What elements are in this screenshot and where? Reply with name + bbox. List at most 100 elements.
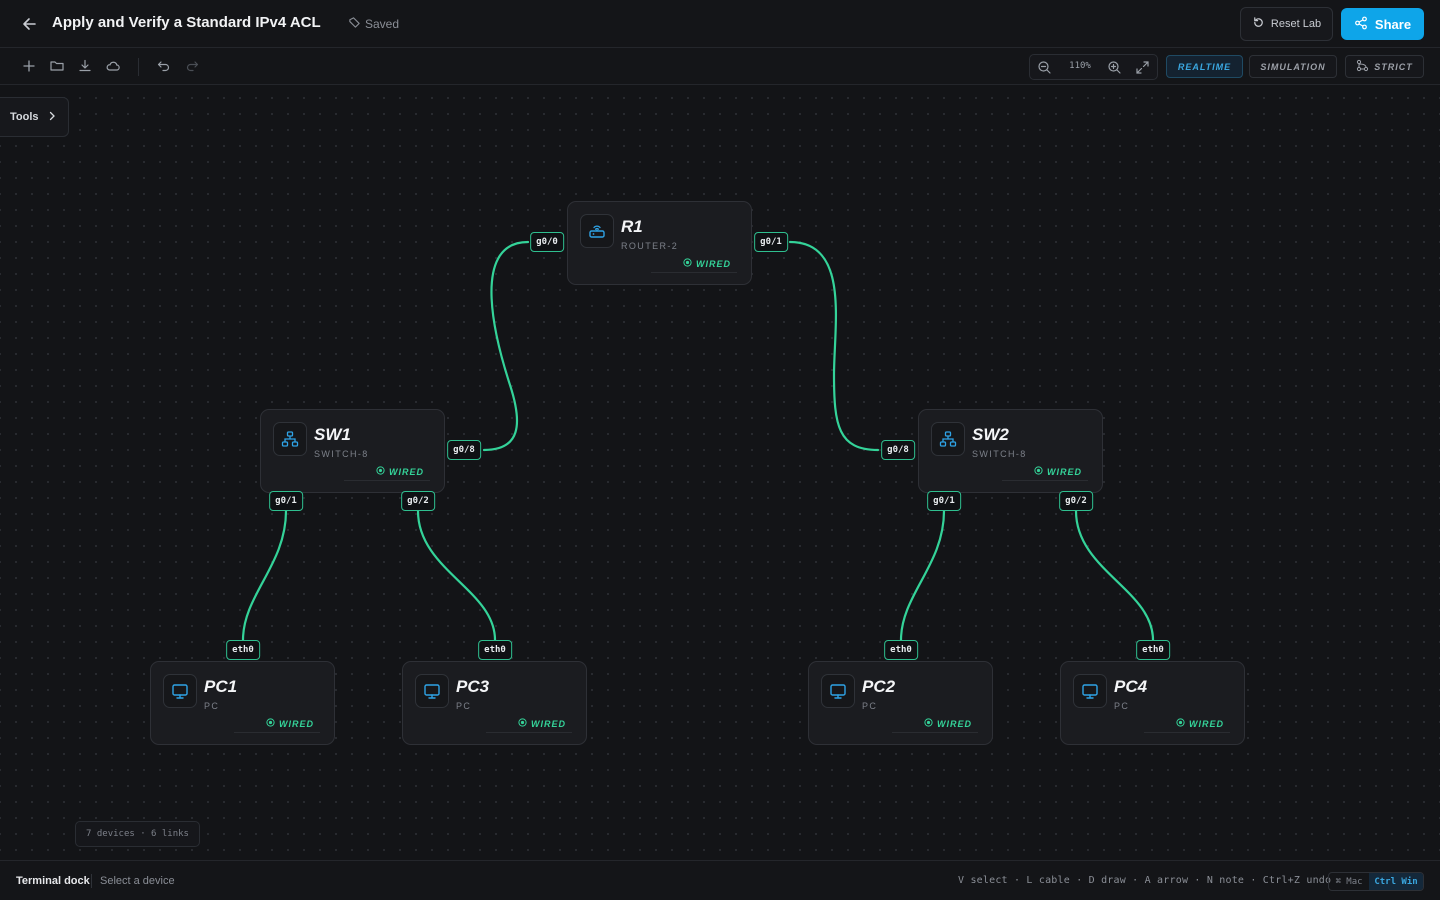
port-sw2-g0-8[interactable]: g0/8 [881,440,915,460]
status-badge: WIRED [924,718,972,729]
device-name: PC4 [1114,677,1148,696]
port-r1-g0-1[interactable]: g0/1 [754,232,788,252]
cloud-tag-icon [348,16,361,32]
device-type: PC [1114,701,1130,711]
status-label: WIRED [937,718,972,729]
status-divider [486,732,572,733]
status-badge: WIRED [518,718,566,729]
page-title: Apply and Verify a Standard IPv4 ACL [52,14,321,31]
device-name: PC2 [862,677,896,696]
port-r1-g0-0[interactable]: g0/0 [530,232,564,252]
os-shortcut-toggle: ⌘ Mac Ctrl Win [1328,872,1424,891]
back-arrow-icon[interactable] [20,14,40,34]
status-dot-icon [518,718,527,729]
port-sw2-g0-2[interactable]: g0/2 [1059,491,1093,511]
status-badge: WIRED [1176,718,1224,729]
router-icon [580,214,614,248]
status-label: WIRED [1189,718,1224,729]
redo-icon[interactable] [184,58,200,74]
device-pc4[interactable]: PC4 PC WIRED [1060,661,1245,745]
port-sw1-g0-8[interactable]: g0/8 [447,440,481,460]
zoom-level: 110% [1069,61,1091,71]
status-divider [651,272,737,273]
terminal-dock-hint: Select a device [100,875,175,887]
toolbar-divider [138,58,139,76]
device-type: SWITCH-8 [972,449,1027,459]
port-pc2-eth0[interactable]: eth0 [884,640,918,660]
monitor-icon [821,674,855,708]
status-divider [344,480,430,481]
device-type: SWITCH-8 [314,449,369,459]
saved-indicator: Saved [348,16,399,32]
mode-simulation-label: SIMULATION [1260,61,1326,72]
status-label: WIRED [696,258,731,269]
mode-strict-button[interactable]: STRICT [1345,55,1424,78]
topology-canvas[interactable]: Tools R1 ROUTER-2 WIRED SW1 SWITCH-8 WIR… [0,85,1440,860]
top-bar: Apply and Verify a Standard IPv4 ACL Sav… [0,0,1440,48]
device-name: PC3 [456,677,490,696]
monitor-icon [415,674,449,708]
network-switch-icon [273,422,307,456]
device-name: R1 [621,217,643,236]
status-label: WIRED [389,466,424,477]
status-dot-icon [924,718,933,729]
device-pc2[interactable]: PC2 PC WIRED [808,661,993,745]
device-sw2[interactable]: SW2 SWITCH-8 WIRED [918,409,1103,493]
os-mac-option[interactable]: ⌘ Mac [1329,873,1369,890]
link-sw1-pc3 [416,509,497,642]
plus-icon[interactable] [21,58,37,74]
share-button[interactable]: Share [1341,8,1424,40]
undo-icon[interactable] [156,58,172,74]
network-switch-icon [931,422,965,456]
monitor-icon [163,674,197,708]
saved-label: Saved [365,17,400,31]
status-divider [1144,732,1230,733]
folder-open-icon[interactable] [49,58,65,74]
status-badge: WIRED [376,466,424,477]
share-icon [1354,16,1368,33]
os-win-option[interactable]: Ctrl Win [1369,873,1423,890]
port-pc1-eth0[interactable]: eth0 [226,640,260,660]
expand-icon[interactable] [1135,60,1150,80]
device-type: PC [456,701,472,711]
link-sw1-pc1 [241,509,288,642]
link-sw2-pc2 [899,509,946,642]
device-pc3[interactable]: PC3 PC WIRED [402,661,587,745]
device-type: PC [204,701,220,711]
status-dot-icon [683,258,692,269]
topology-stats: 7 devices · 6 links [75,821,200,847]
port-sw2-g0-1[interactable]: g0/1 [927,491,961,511]
reset-lab-label: Reset Lab [1270,18,1322,30]
device-r1[interactable]: R1 ROUTER-2 WIRED [567,201,752,285]
monitor-icon [1073,674,1107,708]
status-badge: WIRED [266,718,314,729]
link-r1-sw1 [482,240,530,452]
zoom-in-icon[interactable] [1107,60,1122,80]
status-label: WIRED [1047,466,1082,477]
terminal-dock-label[interactable]: Terminal dock [16,875,90,887]
status-dot-icon [1034,466,1043,477]
status-dot-icon [376,466,385,477]
cloud-icon[interactable] [105,58,121,74]
device-pc1[interactable]: PC1 PC WIRED [150,661,335,745]
port-pc3-eth0[interactable]: eth0 [478,640,512,660]
mode-strict-label: STRICT [1374,61,1413,72]
port-pc4-eth0[interactable]: eth0 [1136,640,1170,660]
download-icon[interactable] [77,58,93,74]
status-badge: WIRED [683,258,731,269]
reset-lab-button[interactable]: Reset Lab [1240,7,1333,41]
dock-divider [91,874,92,888]
port-sw1-g0-2[interactable]: g0/2 [401,491,435,511]
device-name: SW1 [314,425,351,444]
device-sw1[interactable]: SW1 SWITCH-8 WIRED [260,409,445,493]
mode-simulation-button[interactable]: SIMULATION [1249,55,1337,78]
zoom-out-icon[interactable] [1037,60,1052,80]
status-divider [892,732,978,733]
status-label: WIRED [531,718,566,729]
mode-realtime-button[interactable]: REALTIME [1166,55,1243,78]
zoom-controls: 110% [1029,54,1158,80]
link-sw2-pc4 [1074,509,1155,642]
mode-realtime-label: REALTIME [1177,61,1232,72]
port-sw1-g0-1[interactable]: g0/1 [269,491,303,511]
keyboard-shortcuts: V select · L cable · D draw · A arrow · … [958,875,1332,886]
